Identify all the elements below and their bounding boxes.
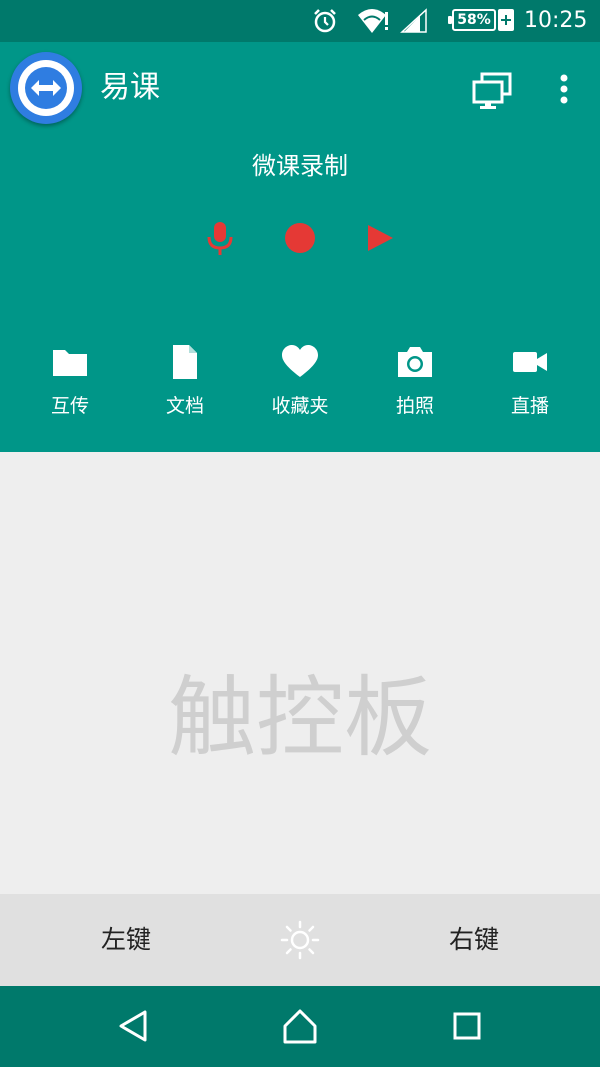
action-label: 文档 [165, 395, 204, 417]
play-icon [368, 225, 393, 251]
action-favorites[interactable]: 收藏夹 [250, 344, 350, 428]
micro-lesson-title: 微课录制 [252, 152, 348, 180]
action-label: 拍照 [395, 395, 434, 417]
system-nav-bar [0, 986, 600, 1067]
folder-icon [53, 350, 87, 376]
more-options-button[interactable] [550, 70, 578, 110]
app-header: 易课 微课录制 互传 文档 收藏夹 拍照 直播 [0, 42, 600, 452]
monitor-button[interactable] [470, 70, 516, 110]
alarm-icon [314, 9, 336, 33]
back-icon [119, 1010, 147, 1042]
microphone-button[interactable] [200, 218, 240, 258]
action-document[interactable]: 文档 [135, 344, 235, 428]
back-button[interactable] [113, 1006, 153, 1046]
app-title: 易课 [100, 70, 160, 105]
right-click-button[interactable]: 右键 [354, 894, 594, 986]
recents-button[interactable] [447, 1006, 487, 1046]
action-live[interactable]: 直播 [480, 344, 580, 428]
camera-icon [398, 347, 432, 377]
action-camera[interactable]: 拍照 [365, 344, 465, 428]
microphone-icon [207, 222, 233, 255]
battery-percent: 58% [457, 12, 491, 28]
video-camera-icon [513, 352, 547, 372]
signal-icon [400, 8, 427, 33]
brightness-icon [280, 920, 320, 960]
monitor-icon [472, 72, 512, 109]
status-time: 10:25 [524, 8, 588, 33]
app-logo[interactable] [10, 52, 82, 124]
record-dot-icon [285, 223, 315, 253]
record-button[interactable] [280, 218, 320, 258]
play-button[interactable] [360, 218, 400, 258]
touchpad-label: 触控板 [167, 666, 432, 769]
action-label: 直播 [510, 395, 549, 417]
app-screen: 58% 10:25 易课 微课录制 互传 文档 收藏夹 拍照 直播 触控板 左键… [0, 0, 600, 1067]
charging-icon [498, 9, 514, 31]
home-icon [283, 1009, 317, 1044]
left-click-button[interactable]: 左键 [6, 894, 246, 986]
document-icon [173, 345, 197, 379]
home-button[interactable] [280, 1006, 320, 1046]
heart-icon [282, 345, 318, 377]
touchpad-area[interactable]: 触控板 [0, 452, 600, 894]
action-label: 互传 [50, 395, 89, 417]
mouse-button-bar: 左键 右键 [0, 894, 600, 986]
action-label: 收藏夹 [271, 395, 329, 417]
action-transfer[interactable]: 互传 [20, 344, 120, 428]
battery-icon: 58% [448, 9, 496, 31]
teamviewer-arrows-icon [18, 60, 74, 116]
wifi-icon [358, 9, 388, 33]
status-bar: 58% 10:25 [0, 0, 600, 42]
brightness-button[interactable] [280, 920, 320, 960]
more-vert-icon [560, 74, 568, 104]
recents-icon [453, 1012, 481, 1040]
